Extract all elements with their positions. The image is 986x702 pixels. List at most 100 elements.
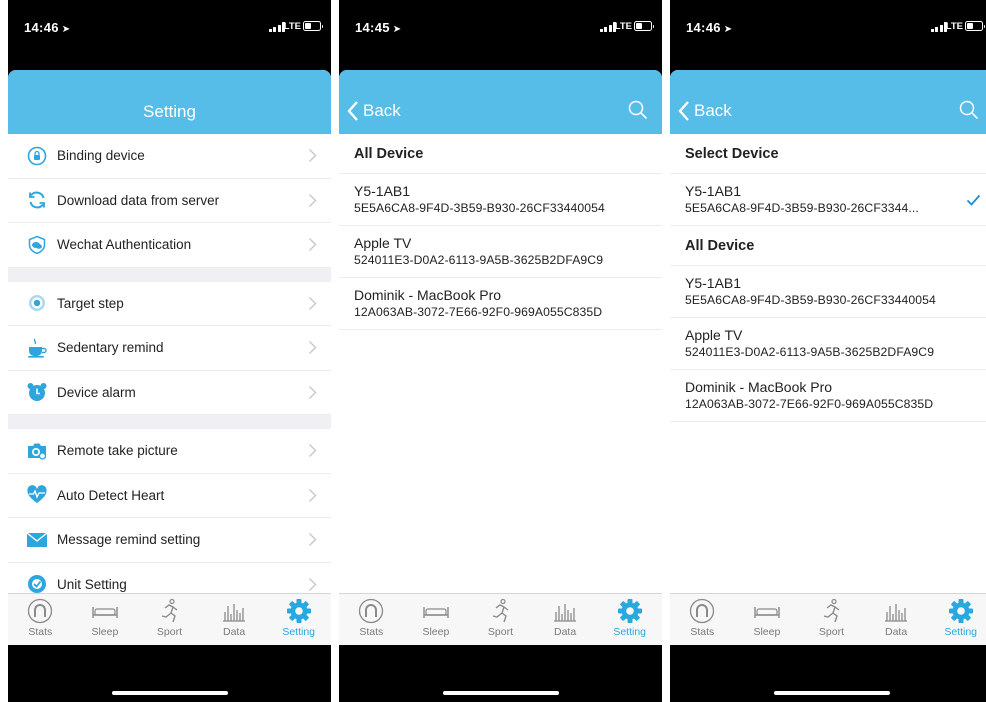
chevron-right-icon: [309, 444, 317, 457]
page-title: Setting: [143, 102, 196, 121]
tab-label: Sleep: [422, 626, 450, 638]
row-label: Target step: [57, 295, 124, 311]
stats-icon: [359, 598, 384, 624]
tab-data[interactable]: Data: [202, 594, 267, 645]
gear-icon: [286, 599, 311, 623]
stats-icon: [28, 598, 53, 624]
bar-chart-icon: [554, 604, 577, 622]
tab-label: Sleep: [753, 626, 781, 638]
chevron-left-icon: [347, 101, 358, 121]
status-time: 14:46 ➤: [24, 20, 71, 35]
device-alarm-row[interactable]: Device alarm: [8, 371, 331, 415]
wechat-auth-row[interactable]: Wechat Authentication: [8, 223, 331, 268]
tab-setting[interactable]: Setting: [928, 594, 986, 645]
device-list-screen: 14:45 ➤ LTE Back All Device Y5-1AB1 5E5A6…: [339, 0, 662, 702]
binding-device-row[interactable]: Binding device: [8, 134, 331, 179]
alarm-clock-icon: [26, 381, 48, 403]
tab-label: Stats: [28, 626, 53, 638]
target-step-row[interactable]: Target step: [8, 282, 331, 326]
checkmark-icon: [966, 194, 981, 206]
download-data-row[interactable]: Download data from server: [8, 179, 331, 223]
search-icon[interactable]: [628, 100, 648, 120]
tab-stats[interactable]: Stats: [339, 594, 404, 645]
binding-icon: [26, 145, 48, 167]
stats-icon: [690, 598, 715, 624]
device-name: Apple TV: [354, 235, 412, 251]
signal-icon: [930, 22, 947, 32]
tab-sport[interactable]: Sport: [468, 594, 533, 645]
device-name: Apple TV: [685, 327, 743, 343]
chevron-right-icon: [309, 149, 317, 162]
row-label: Device alarm: [57, 384, 136, 400]
chevron-right-icon: [309, 238, 317, 251]
signal-icon: [268, 22, 285, 32]
running-person-icon: [493, 598, 509, 623]
unit-icon: [26, 573, 48, 595]
message-remind-row[interactable]: Message remind setting: [8, 518, 331, 563]
device-name: Y5-1AB1: [685, 275, 742, 291]
tab-label: Setting: [282, 626, 316, 638]
tab-label: Sleep: [91, 626, 119, 638]
app-content: Back Select Device Y5-1AB1 5E5A6CA8-9F4D…: [670, 70, 986, 645]
selected-device-item[interactable]: Y5-1AB1 5E5A6CA8-9F4D-3B59-B930-26CF3344…: [670, 174, 986, 226]
device-item[interactable]: Dominik - MacBook Pro 12A063AB-3072-7E66…: [339, 278, 662, 330]
chevron-right-icon: [309, 193, 317, 207]
chevron-right-icon: [309, 296, 317, 310]
app-content: Back All Device Y5-1AB1 5E5A6CA8-9F4D-3B…: [339, 70, 662, 645]
carrier-label: LTE: [283, 21, 301, 32]
sedentary-remind-row[interactable]: Sedentary remind: [8, 326, 331, 371]
back-button[interactable]: Back: [347, 100, 401, 122]
bed-icon: [754, 607, 780, 618]
tab-label: Setting: [613, 626, 647, 638]
device-item[interactable]: Apple TV 524011E3-D0A2-6113-9A5B-3625B2D…: [670, 318, 986, 370]
tab-sleep[interactable]: Sleep: [73, 594, 138, 645]
search-icon[interactable]: [959, 100, 979, 120]
back-label: Back: [694, 101, 732, 120]
device-item[interactable]: Dominik - MacBook Pro 12A063AB-3072-7E66…: [670, 370, 986, 422]
tab-label: Sport: [818, 626, 845, 638]
auto-detect-heart-row[interactable]: Auto Detect Heart: [8, 474, 331, 518]
nav-bar: Back: [339, 70, 662, 134]
chevron-right-icon: [309, 533, 317, 546]
battery-icon: [965, 21, 985, 31]
tab-sleep[interactable]: Sleep: [735, 594, 800, 645]
tab-label: Stats: [690, 626, 715, 638]
tab-sleep[interactable]: Sleep: [404, 594, 469, 645]
row-label: Download data from server: [57, 192, 220, 208]
tab-data[interactable]: Data: [864, 594, 929, 645]
camera-icon: [26, 440, 48, 462]
tab-sport[interactable]: Sport: [799, 594, 864, 645]
device-id: 5E5A6CA8-9F4D-3B59-B930-26CF33440054: [685, 293, 936, 307]
tab-sport[interactable]: Sport: [137, 594, 202, 645]
remote-picture-row[interactable]: Remote take picture: [8, 429, 331, 474]
all-device-header: All Device: [670, 226, 986, 266]
carrier-label: LTE: [945, 21, 963, 32]
device-item[interactable]: Apple TV 524011E3-D0A2-6113-9A5B-3625B2D…: [339, 226, 662, 278]
running-person-icon: [824, 598, 840, 623]
home-indicator[interactable]: [774, 691, 890, 695]
status-time: 14:46 ➤: [686, 20, 733, 35]
running-person-icon: [162, 598, 178, 623]
carrier-label: LTE: [614, 21, 632, 32]
home-indicator[interactable]: [443, 691, 559, 695]
back-button[interactable]: Back: [678, 100, 732, 122]
tab-label: Sport: [487, 626, 514, 638]
row-label: Auto Detect Heart: [57, 487, 165, 503]
tab-label: Data: [884, 626, 908, 638]
device-item[interactable]: Y5-1AB1 5E5A6CA8-9F4D-3B59-B930-26CF3344…: [339, 174, 662, 226]
tab-setting[interactable]: Setting: [266, 594, 331, 645]
status-bar: 14:46 ➤ LTE: [670, 0, 986, 70]
tab-stats[interactable]: Stats: [670, 594, 735, 645]
home-indicator[interactable]: [112, 691, 228, 695]
device-item[interactable]: Y5-1AB1 5E5A6CA8-9F4D-3B59-B930-26CF3344…: [670, 266, 986, 318]
tab-setting[interactable]: Setting: [597, 594, 662, 645]
select-device-header: Select Device: [670, 134, 986, 174]
row-label: Sedentary remind: [57, 340, 164, 356]
tab-data[interactable]: Data: [533, 594, 598, 645]
battery-icon: [634, 21, 654, 31]
device-id: 12A063AB-3072-7E66-92F0-969A055C835D: [685, 397, 934, 411]
all-device-header: All Device: [339, 134, 662, 174]
app-content: Setting Binding device Download data fro…: [8, 70, 331, 645]
row-label: Remote take picture: [57, 443, 178, 459]
tab-stats[interactable]: Stats: [8, 594, 73, 645]
